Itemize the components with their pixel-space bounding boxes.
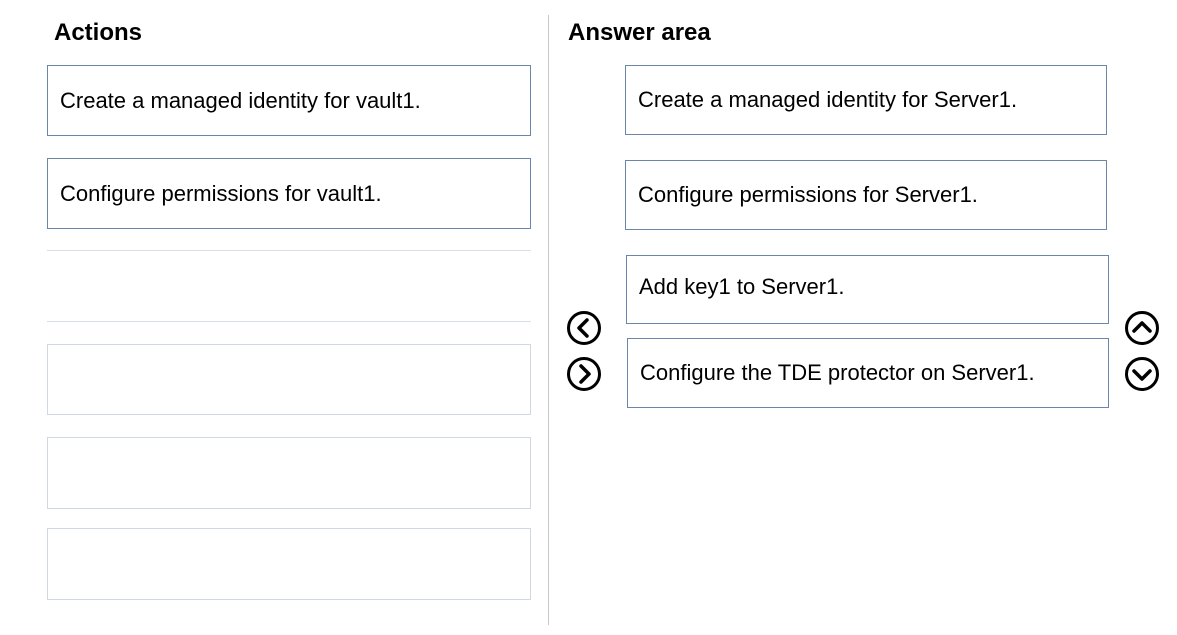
actions-heading: Actions	[54, 19, 143, 46]
chevron-up-circle-icon	[1125, 311, 1159, 345]
answer-item-create-managed-identity-server1[interactable]: Create a managed identity for Server1.	[625, 65, 1107, 135]
answer-item-add-key1-server1[interactable]: Add key1 to Server1.	[626, 255, 1109, 324]
move-left-button[interactable]	[566, 310, 602, 346]
move-right-button[interactable]	[566, 356, 602, 392]
action-item-create-managed-identity-vault1[interactable]: Create a managed identity for vault1.	[47, 65, 531, 136]
action-slot-empty	[47, 437, 531, 509]
action-slot-empty	[47, 344, 531, 415]
answer-area-heading: Answer area	[568, 19, 711, 46]
move-up-button[interactable]	[1124, 310, 1160, 346]
move-down-button[interactable]	[1124, 356, 1160, 392]
column-divider	[548, 15, 549, 625]
chevron-left-circle-icon	[567, 311, 601, 345]
chevron-down-circle-icon	[1125, 357, 1159, 391]
answer-item-configure-permissions-server1[interactable]: Configure permissions for Server1.	[625, 160, 1107, 230]
answer-item-configure-tde-protector-server1[interactable]: Configure the TDE protector on Server1.	[627, 338, 1109, 408]
action-item-configure-permissions-vault1[interactable]: Configure permissions for vault1.	[47, 158, 531, 229]
action-slot-empty	[47, 528, 531, 600]
chevron-right-circle-icon	[567, 357, 601, 391]
action-slot-empty	[47, 250, 531, 322]
